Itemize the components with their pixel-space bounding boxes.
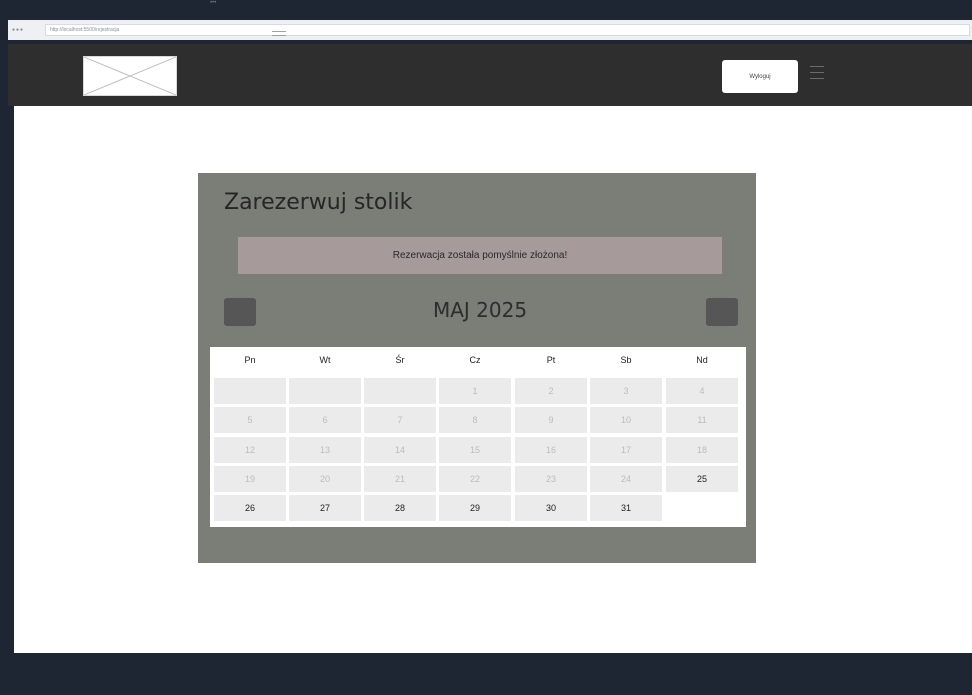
calendar-day-6: 6 — [289, 407, 361, 433]
next-month-button[interactable] — [706, 298, 738, 326]
window-controls-icon[interactable]: ●●● — [12, 27, 24, 33]
calendar-day-9: 9 — [515, 407, 587, 433]
calendar-day-11: 11 — [666, 407, 738, 433]
weekday-header: Nd — [696, 355, 708, 365]
weekday-header: Pn — [244, 355, 256, 365]
calendar-day-23: 23 — [515, 466, 587, 492]
calendar-day-7: 7 — [364, 407, 436, 433]
calendar-day-2: 2 — [515, 378, 587, 404]
calendar-day-24: 24 — [590, 466, 662, 492]
calendar-day-16: 16 — [515, 437, 587, 463]
weekday-header: Pt — [546, 355, 556, 365]
success-banner: Rezerwacja została pomyślnie złożona! — [238, 237, 722, 274]
browser-menu-icon[interactable] — [272, 31, 286, 39]
logo-placeholder-icon[interactable] — [83, 56, 177, 96]
calendar-day-22: 22 — [439, 466, 511, 492]
weekday-header: Śr — [395, 355, 405, 365]
address-bar[interactable]: http://localhost:5500/rejestracja — [45, 24, 970, 36]
calendar-empty-cell — [364, 378, 436, 404]
calendar-day-12: 12 — [214, 437, 286, 463]
calendar-day-26[interactable]: 26 — [214, 495, 286, 521]
calendar-day-19: 19 — [214, 466, 286, 492]
calendar-day-25[interactable]: 25 — [666, 466, 738, 492]
page-title: Zarezerwuj stolik — [224, 190, 413, 215]
calendar-day-30[interactable]: 30 — [515, 495, 587, 521]
hamburger-icon[interactable] — [810, 66, 824, 84]
weekday-header: Cz — [469, 355, 481, 365]
calendar-day-3: 3 — [590, 378, 662, 404]
calendar-day-21: 21 — [364, 466, 436, 492]
calendar-day-18: 18 — [666, 437, 738, 463]
calendar-day-29[interactable]: 29 — [439, 495, 511, 521]
logout-button[interactable]: Wyloguj — [722, 60, 798, 93]
weekday-header: Sb — [620, 355, 632, 365]
calendar-day-10: 10 — [590, 407, 662, 433]
calendar-day-8: 8 — [439, 407, 511, 433]
calendar-day-17: 17 — [590, 437, 662, 463]
calendar-empty-cell — [289, 378, 361, 404]
calendar-day-15: 15 — [439, 437, 511, 463]
weekday-header: Wt — [319, 355, 331, 365]
window-control-dots: ••• — [210, 0, 217, 6]
month-label: MAJ 2025 — [432, 298, 528, 322]
calendar-day-1: 1 — [439, 378, 511, 404]
calendar-day-5: 5 — [214, 407, 286, 433]
image-placeholder-icon — [83, 56, 177, 96]
calendar-day-27[interactable]: 27 — [289, 495, 361, 521]
prev-month-button[interactable] — [224, 298, 256, 326]
calendar-empty-cell — [214, 378, 286, 404]
calendar-day-28[interactable]: 28 — [364, 495, 436, 521]
calendar-day-4: 4 — [666, 378, 738, 404]
calendar-day-14: 14 — [364, 437, 436, 463]
calendar-day-31[interactable]: 31 — [590, 495, 662, 521]
calendar-day-20: 20 — [289, 466, 361, 492]
calendar-day-13: 13 — [289, 437, 361, 463]
